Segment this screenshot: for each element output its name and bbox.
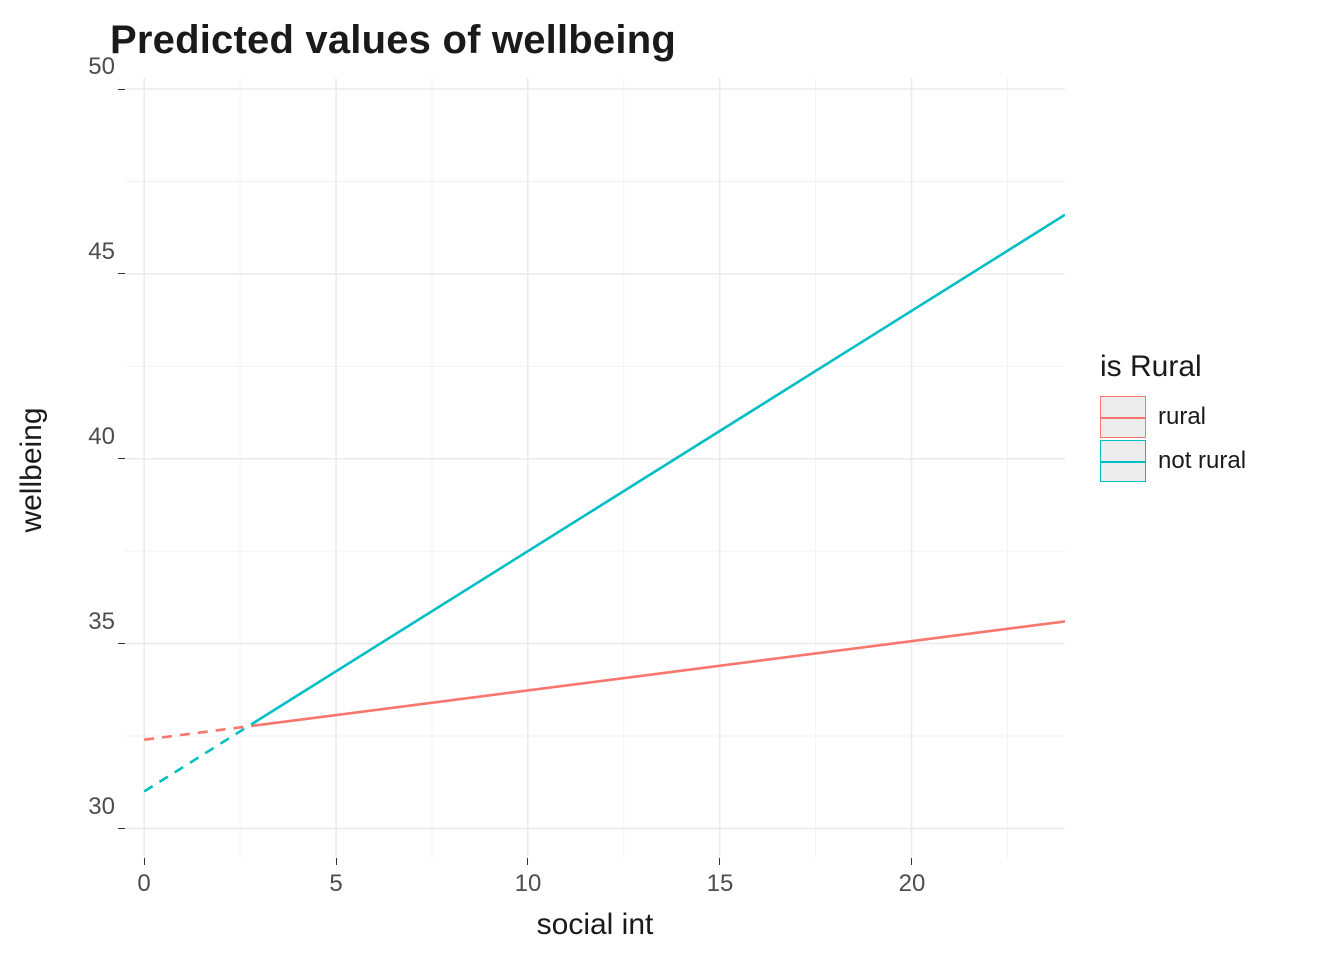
x-tick-label: 0 [114, 870, 174, 898]
x-tick-label: 15 [690, 870, 750, 898]
axis-tick [118, 273, 125, 274]
legend-key-icon [1100, 396, 1146, 438]
legend-item-label: rural [1158, 403, 1206, 431]
y-tick-label: 30 [55, 793, 115, 821]
y-axis-label-container: wellbeing [22, 78, 52, 858]
axis-tick [336, 858, 337, 865]
y-tick-label: 35 [55, 608, 115, 636]
y-tick-label: 50 [55, 53, 115, 81]
legend-key-icon [1100, 440, 1146, 482]
legend-item-label: not rural [1158, 447, 1246, 475]
axis-tick [118, 89, 125, 90]
y-tick-label: 45 [55, 238, 115, 266]
legend-item-rural: rural [1100, 396, 1300, 438]
axis-tick [118, 828, 125, 829]
chart-figure: Predicted values of wellbeing wellbeing … [0, 0, 1344, 960]
y-tick-label: 40 [55, 423, 115, 451]
axis-tick [118, 643, 125, 644]
axis-tick [527, 858, 528, 865]
x-tick-label: 5 [306, 870, 366, 898]
plot-panel [125, 78, 1065, 858]
legend-title: is Rural [1100, 350, 1300, 384]
axis-tick [144, 858, 145, 865]
legend-item-notrural: not rural [1100, 440, 1300, 482]
axis-tick [911, 858, 912, 865]
x-tick-label: 10 [498, 870, 558, 898]
y-axis-label: wellbeing [15, 80, 49, 860]
x-axis-label: social int [125, 908, 1065, 942]
axis-tick [719, 858, 720, 865]
axis-tick [118, 458, 125, 459]
plot-svg [125, 78, 1065, 858]
chart-title: Predicted values of wellbeing [110, 18, 676, 63]
x-tick-label: 20 [882, 870, 942, 898]
legend: is Rural rural not rural [1100, 350, 1300, 484]
